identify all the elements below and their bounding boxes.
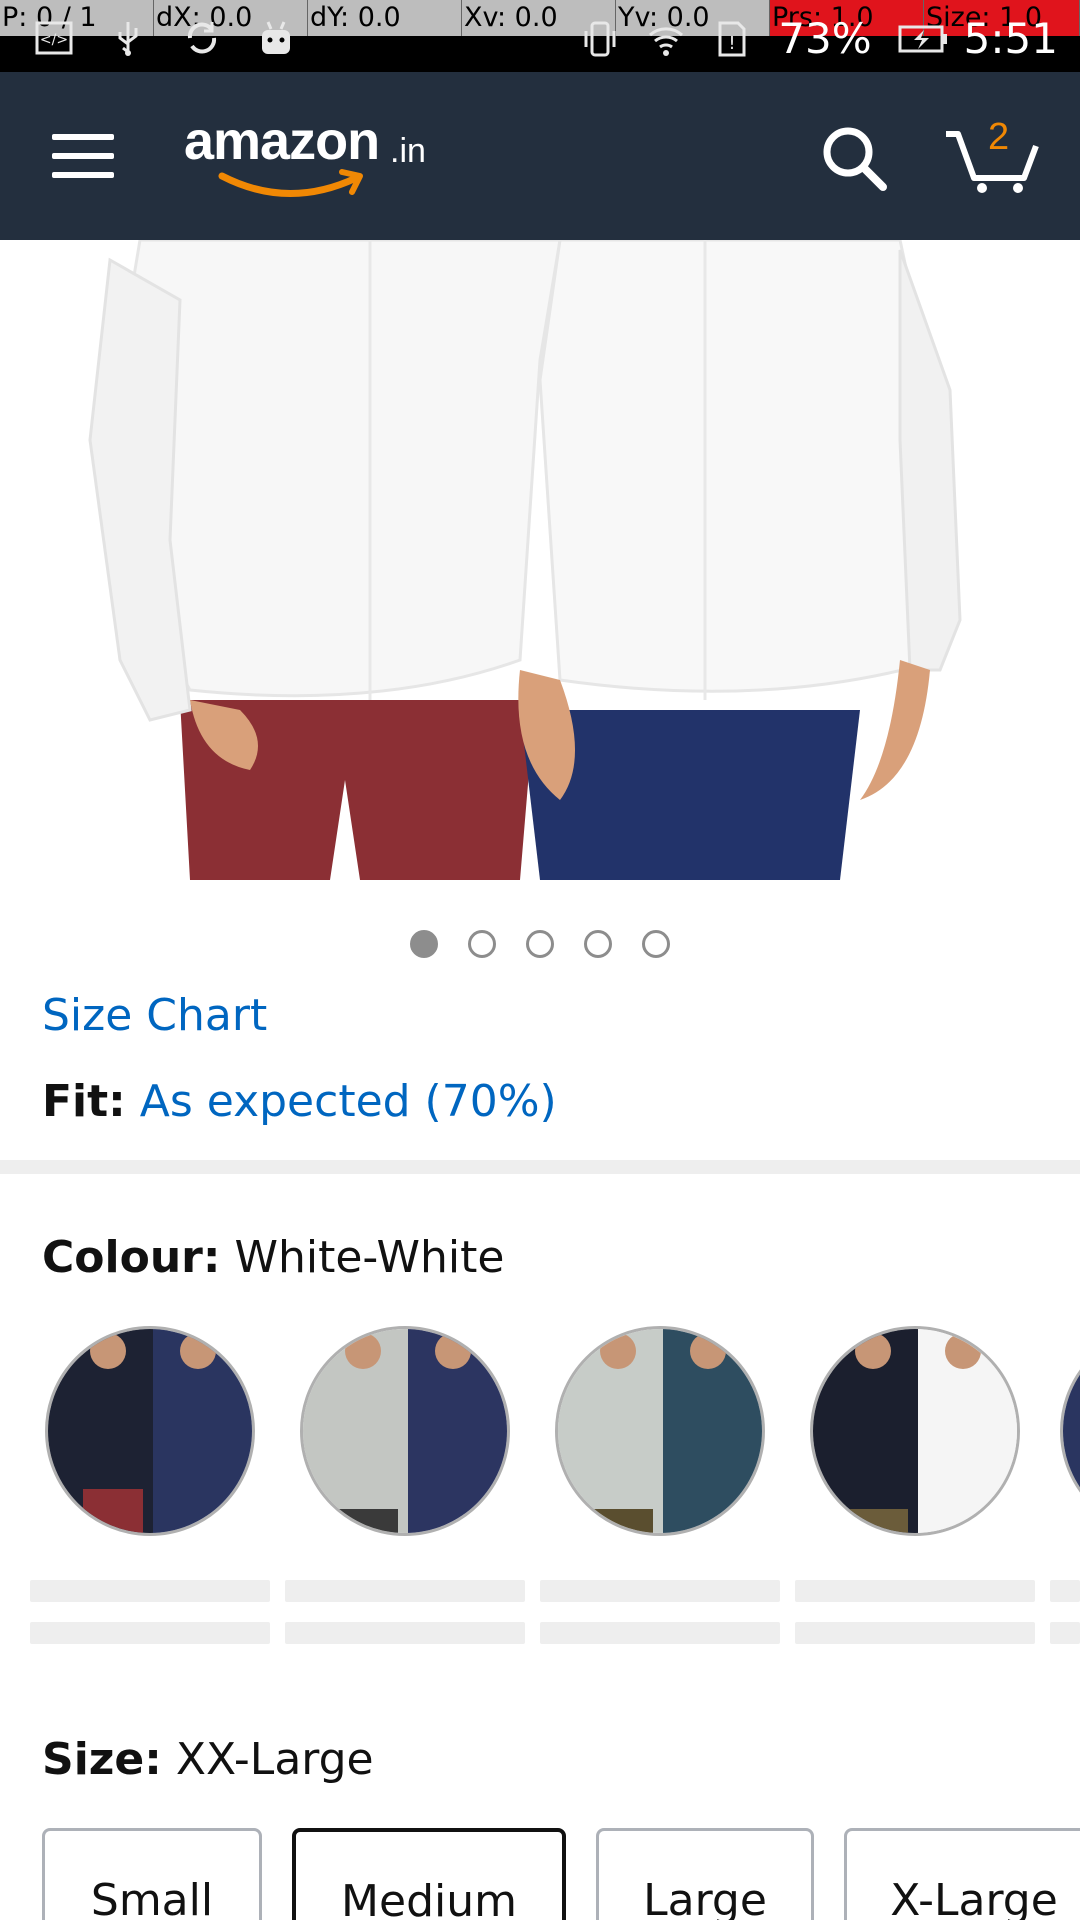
fit-row: Fit: As expected (70%) xyxy=(42,1076,557,1127)
search-icon[interactable] xyxy=(820,124,888,192)
carousel-dot[interactable] xyxy=(584,930,612,958)
cart-button[interactable]: 2 xyxy=(944,116,1040,196)
size-label: Size: xyxy=(42,1734,162,1785)
size-chart-link[interactable]: Size Chart xyxy=(42,990,267,1041)
size-row: Size: XX-Large xyxy=(42,1734,374,1785)
colour-row: Colour: White-White xyxy=(42,1232,504,1283)
loading-placeholder xyxy=(540,1622,780,1644)
size-option-large[interactable]: Large xyxy=(596,1828,814,1920)
system-icons: ! 73% 5:51 xyxy=(580,14,1058,63)
notification-icons: </> xyxy=(34,18,296,58)
loading-placeholder xyxy=(795,1580,1035,1602)
colour-swatch-list xyxy=(0,1326,1080,1536)
fit-label: Fit: xyxy=(42,1076,126,1127)
debug-dy: dY: 0.0 xyxy=(308,0,462,36)
amazon-logo[interactable]: amazon .in xyxy=(184,110,444,220)
svg-text:</>: </> xyxy=(40,32,68,48)
battery-percent: 73% xyxy=(778,14,872,63)
battery-charging-icon xyxy=(898,19,947,59)
colour-swatch[interactable] xyxy=(1060,1326,1080,1536)
section-divider xyxy=(0,1160,1080,1174)
loading-placeholder xyxy=(540,1580,780,1602)
carousel-indicator xyxy=(0,930,1080,958)
code-icon: </> xyxy=(34,18,74,58)
screen: P: 0 / 1 dX: 0.0 dY: 0.0 Xv: 0.0 Yv: 0.0… xyxy=(0,0,1080,1920)
usb-icon xyxy=(108,18,148,58)
loading-placeholder xyxy=(30,1622,270,1644)
logo-wordmark: amazon xyxy=(184,111,380,171)
colour-swatch[interactable] xyxy=(300,1326,510,1536)
fit-value-link[interactable]: As expected (70%) xyxy=(140,1076,557,1127)
product-photo xyxy=(0,240,1080,880)
carousel-dot[interactable] xyxy=(526,930,554,958)
app-header: amazon .in 2 xyxy=(0,72,1080,240)
colour-label: Colour: xyxy=(42,1232,221,1283)
loading-placeholder xyxy=(1050,1622,1080,1644)
colour-value: White-White xyxy=(234,1232,505,1283)
status-bar: P: 0 / 1 dX: 0.0 dY: 0.0 Xv: 0.0 Yv: 0.0… xyxy=(0,0,1080,72)
vibrate-icon xyxy=(580,19,620,59)
hamburger-menu-icon[interactable] xyxy=(52,134,114,178)
logo-domain-suffix: .in xyxy=(390,132,426,170)
wifi-icon xyxy=(646,19,686,59)
size-option-medium[interactable]: Medium xyxy=(292,1828,566,1920)
size-value: XX-Large xyxy=(175,1734,374,1785)
colour-swatch[interactable] xyxy=(555,1326,765,1536)
loading-placeholder xyxy=(285,1580,525,1602)
logo-smile-icon xyxy=(218,169,363,197)
clock: 5:51 xyxy=(963,14,1058,63)
android-icon xyxy=(256,18,296,58)
size-option-small[interactable]: Small xyxy=(42,1828,262,1920)
loading-placeholder xyxy=(795,1622,1035,1644)
colour-swatch[interactable] xyxy=(45,1326,255,1536)
size-option-x-large[interactable]: X-Large xyxy=(844,1828,1080,1920)
carousel-dot[interactable] xyxy=(410,930,438,958)
cart-count-badge: 2 xyxy=(988,116,1010,158)
loading-placeholder xyxy=(30,1580,270,1602)
carousel-dot[interactable] xyxy=(642,930,670,958)
colour-swatch[interactable] xyxy=(810,1326,1020,1536)
sync-icon xyxy=(182,18,222,58)
svg-text:!: ! xyxy=(729,33,736,54)
carousel-dot[interactable] xyxy=(468,930,496,958)
product-image[interactable] xyxy=(0,240,1080,880)
loading-placeholder xyxy=(285,1622,525,1644)
sim-icon: ! xyxy=(712,19,752,59)
loading-placeholder xyxy=(1050,1580,1080,1602)
